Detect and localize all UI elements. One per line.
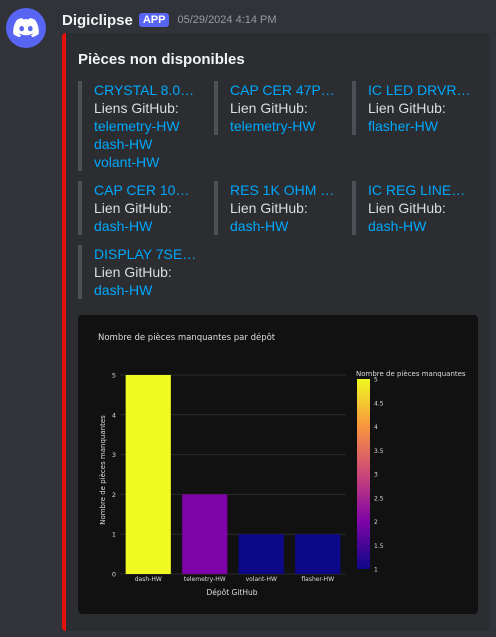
colorbar-tick-label: 4: [374, 424, 378, 431]
field-cap-10uf: CAP CER 10UF ... Lien GitHub: dash-HW: [78, 181, 199, 235]
field-name[interactable]: DISPLAY 7SEG ...: [94, 245, 199, 263]
message-header: Digiclipse APP 05/29/2024 4:14 PM: [62, 10, 277, 30]
colorbar-tick-label: 3.5: [374, 448, 384, 455]
field-label: Lien GitHub:: [368, 100, 446, 116]
discord-logo-icon: [13, 18, 39, 38]
github-link[interactable]: flasher-HW: [368, 117, 473, 135]
github-link[interactable]: telemetry-HW: [94, 117, 199, 135]
github-link[interactable]: dash-HW: [94, 281, 199, 299]
bar-dash-HW: [125, 375, 171, 574]
github-link[interactable]: dash-HW: [94, 135, 199, 153]
colorbar-tick-label: 4.5: [374, 400, 384, 407]
y-tick-label: 5: [112, 372, 116, 380]
colorbar-tick-label: 3: [374, 472, 378, 479]
bar-telemetry-HW: [182, 494, 228, 574]
field-crystal: CRYSTAL 8.000... Liens GitHub: telemetry…: [78, 81, 199, 171]
colorbar-tick-label: 1: [374, 567, 378, 574]
field-name[interactable]: RES 1K OHM 5%...: [230, 181, 335, 199]
field-label: Lien GitHub:: [94, 264, 172, 280]
bar-chart: Nombre de pièces manquantes par dépôt 0 1…: [98, 332, 466, 597]
y-tick-label: 1: [112, 531, 116, 539]
colorbar-tick-label: 5: [374, 377, 378, 384]
colorbar-tick-label: 1.5: [374, 543, 384, 550]
field-name[interactable]: CAP CER 10UF ...: [94, 181, 199, 199]
colorbar-title: Nombre de pièces manquantes: [356, 370, 466, 378]
app-badge: APP: [138, 13, 170, 27]
field-res-1k: RES 1K OHM 5%... Lien GitHub: dash-HW: [214, 181, 335, 235]
colorbar: [357, 379, 370, 569]
github-link[interactable]: dash-HW: [94, 217, 199, 235]
y-tick-label: 4: [112, 411, 116, 419]
x-tick-label: flasher-HW: [301, 576, 334, 583]
avatar[interactable]: [6, 8, 46, 48]
field-name[interactable]: CRYSTAL 8.000...: [94, 81, 199, 99]
field-label: Lien GitHub:: [368, 200, 446, 216]
x-ticks: dash-HW telemetry-HW volant-HW flasher-HW: [135, 576, 334, 583]
y-axis-label: Nombre de pièces manquantes: [99, 415, 107, 525]
y-tick-label: 3: [112, 451, 116, 459]
chart-title: Nombre de pièces manquantes par dépôt: [98, 332, 276, 343]
colorbar-tick-label: 2.5: [374, 495, 384, 502]
field-ic-reg: IC REG LINEAR... Lien GitHub: dash-HW: [352, 181, 473, 235]
field-label: Lien GitHub:: [94, 200, 172, 216]
y-tick-label: 2: [112, 491, 116, 499]
x-tick-label: dash-HW: [135, 576, 162, 583]
embed-title: Pièces non disponibles: [78, 51, 245, 68]
x-tick-label: volant-HW: [246, 576, 277, 583]
github-link[interactable]: volant-HW: [94, 153, 199, 171]
x-tick-label: telemetry-HW: [184, 576, 226, 583]
colorbar-tick-label: 2: [374, 519, 378, 526]
github-link[interactable]: dash-HW: [368, 217, 473, 235]
field-ic-led: IC LED DRVR R... Lien GitHub: flasher-HW: [352, 81, 473, 135]
y-tick-label: 0: [112, 571, 116, 579]
username[interactable]: Digiclipse: [62, 12, 133, 29]
embed: Pièces non disponibles CRYSTAL 8.000... …: [62, 33, 490, 631]
field-label: Lien GitHub:: [230, 200, 308, 216]
field-name[interactable]: IC LED DRVR R...: [368, 81, 473, 99]
github-link[interactable]: dash-HW: [230, 217, 335, 235]
chart-image[interactable]: Nombre de pièces manquantes par dépôt 0 1…: [78, 315, 478, 614]
field-display-7seg: DISPLAY 7SEG ... Lien GitHub: dash-HW: [78, 245, 199, 299]
field-label: Lien GitHub:: [230, 100, 308, 116]
github-link[interactable]: telemetry-HW: [230, 117, 335, 135]
bars: [125, 375, 341, 574]
y-ticks: 0 1 2 3 4 5: [112, 372, 116, 579]
x-axis-label: Dépôt GitHub: [206, 588, 257, 597]
field-name[interactable]: IC REG LINEAR...: [368, 181, 473, 199]
field-cap-47pf: CAP CER 47PF ... Lien GitHub: telemetry-…: [214, 81, 335, 135]
field-name[interactable]: CAP CER 47PF ...: [230, 81, 335, 99]
field-label: Liens GitHub:: [94, 100, 179, 116]
bar-volant-HW: [238, 534, 284, 574]
bar-flasher-HW: [295, 534, 341, 574]
colorbar-ticks: 1 1.5 2 2.5 3 3.5 4 4.5 5: [374, 377, 384, 574]
timestamp: 05/29/2024 4:14 PM: [177, 14, 277, 26]
